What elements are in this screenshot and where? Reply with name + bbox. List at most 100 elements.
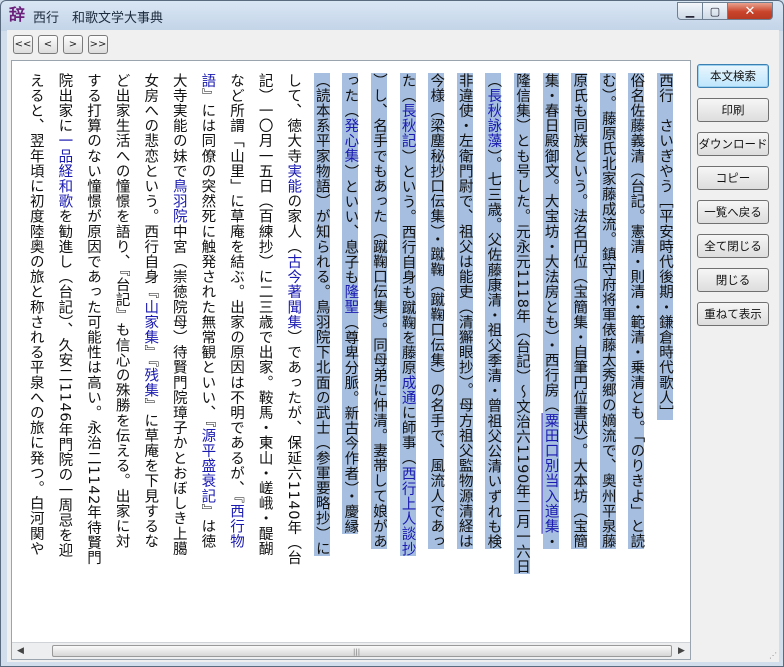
text-segment: 今様（梁塵秘抄口伝集）・蹴鞠（蹴鞠口伝集）の名手で、風流人であっ: [428, 73, 445, 549]
text-column: 俗名佐藤義清（台記。憲清・則清・範清・乗清とも。「のりきよ」と読: [625, 73, 647, 633]
text-segment: 西行 さいぎやう［平安時代後期・鎌倉時代歌人］: [657, 73, 673, 421]
text-column: 隆信集）とも号した。元永元1118年（台記）〜文治六1190年二月一六日: [511, 73, 533, 633]
client-area: << < > >> 西行 さいぎやう［平安時代後期・鎌倉時代歌人］ 俗名佐藤義清（…: [7, 30, 779, 662]
text-segment: 俗名佐藤義清（台記。憲清・則清・範清・乗清とも。「のりきよ」と読: [628, 73, 645, 549]
text-segment: 』は徳: [199, 503, 216, 549]
text-column: ど出家生活への憧憬を語り、『台記』も信心の殊勝を伝える。出家に対: [111, 73, 133, 633]
text-segment: 』『: [142, 344, 159, 368]
text-segment: ）といい、息子も: [342, 163, 359, 285]
text-segment: 院出家に: [56, 73, 73, 134]
cross-reference-link[interactable]: 源平盛衰記: [199, 428, 215, 504]
download-button[interactable]: ダウンロード: [697, 132, 769, 156]
text-segment: など所謂「山里」に草庵を結ぶ。出家の原因は不明であるが、『: [228, 73, 244, 504]
text-column: 集・春日殿御文。大宝坊・大法房とも）・西行房（粟田口別当入道集・: [540, 73, 562, 633]
text-segment: 大寺実能の妹で: [170, 73, 187, 179]
text-column: 女房への悲恋という。西行自身『山家集』『残集』に草庵を下見するな: [139, 73, 161, 633]
text-column: 大寺実能の妹で鳥羽院中宮（崇徳院母）待賢門院璋子かとおぼしき上臈: [168, 73, 190, 633]
maximize-button[interactable]: ▢: [702, 2, 728, 20]
close-button[interactable]: 閉じる: [697, 268, 769, 292]
text-segment: ・: [542, 533, 559, 549]
cross-reference-link[interactable]: 隆聖: [342, 284, 359, 315]
back-to-list-button[interactable]: 一覧へ戻る: [697, 200, 769, 224]
text-segment: に師事（: [399, 405, 416, 466]
text-column: ）し、名手でもあった（蹴鞠口伝集）。同母弟に仲清。妻帯して娘があ: [368, 73, 390, 633]
app-window: 辞 西行 和歌文学大事典 ▁ ▢ ✕ << < > >> 西行 さいぎやう［平安…: [0, 0, 784, 667]
cascade-windows-button[interactable]: 重ねて表示: [697, 302, 769, 326]
text-column: 西行 さいぎやう［平安時代後期・鎌倉時代歌人］: [654, 73, 676, 633]
text-column: 非違使・左衛門尉で、祖父は能吏（清獬眼抄）。母方祖父監物源清経は: [454, 73, 476, 633]
close-window-button[interactable]: ✕: [727, 2, 773, 20]
text-segment: する打算のない憧憬が原因であった可能性は高い。永治二1142年待賢門: [85, 73, 101, 566]
print-button[interactable]: 印刷: [697, 98, 769, 122]
scrollbar-thumb[interactable]: |||: [52, 645, 672, 657]
text-segment: を勧進し（台記）、久安二1146年門院の一周忌を迎: [56, 208, 73, 559]
text-segment: ）し、名手でもあった（蹴鞠口伝集）。同母弟に仲清。妻帯して娘があ: [371, 73, 387, 549]
cross-reference-link[interactable]: 残集: [142, 368, 158, 398]
cross-reference-link[interactable]: 語: [199, 73, 215, 88]
text-column: 語』には同僚の突然死に触発された無常観といい、『源平盛衰記』は徳: [196, 73, 218, 633]
text-segment: 隆信集）とも号した。元永元1118年（台記）〜文治六1190年二月一六日: [514, 73, 530, 575]
text-segment: 集・春日殿御文。大宝坊・大法房とも）・西行房（: [542, 73, 559, 414]
article-text-pane[interactable]: 西行 さいぎやう［平安時代後期・鎌倉時代歌人］ 俗名佐藤義清（台記。憲清・則清・範…: [11, 60, 691, 660]
close-icon: ✕: [744, 3, 756, 19]
text-column: する打算のない憧憬が原因であった可能性は高い。永治二1142年待賢門: [82, 73, 104, 633]
cross-reference-link[interactable]: 古今著聞集: [285, 254, 301, 330]
text-column: った（発心集）といい、息子も隆聖（尊卑分脈。新古今作者）・慶縁: [339, 73, 361, 633]
cross-reference-link[interactable]: 長秋記: [399, 103, 416, 149]
close-all-button[interactable]: 全て閉じる: [697, 234, 769, 258]
cross-reference-link[interactable]: 長秋詠藻: [485, 88, 502, 149]
text-segment: ）。七三歳。父佐藤康清・祖父季清・曾祖父公清いずれも検: [485, 148, 502, 549]
window-title: 西行 和歌文学大事典: [33, 11, 164, 26]
cross-reference-link[interactable]: 山家集: [142, 300, 158, 345]
text-column: えると、翌年頃に初度陸奥の旅と称される平泉への旅に発つ。白河関や: [25, 73, 47, 633]
text-segment: ど出家生活への憧憬を語り、『台記』も信心の殊勝を伝える。出家に対: [113, 73, 130, 549]
text-segment: （尊卑分脈。新古今作者）・慶縁: [342, 314, 359, 534]
text-segment: 中宮（崇徳院母）待賢門院璋子かとおぼしき上臈: [170, 224, 187, 557]
horizontal-scrollbar[interactable]: ◀ ||| ▶: [12, 642, 690, 659]
cross-reference-link[interactable]: 粟田口別当入道集: [542, 413, 559, 534]
scroll-right-arrow-icon[interactable]: ▶: [673, 643, 690, 659]
text-segment: 』に草庵を下見するな: [142, 397, 159, 549]
next-entry-button[interactable]: >: [63, 35, 83, 54]
text-segment: た（: [399, 73, 416, 104]
grip-icon: |||: [353, 648, 361, 656]
text-segment: む）。藤原氏北家藤成流。鎮守府将軍俵藤太秀郷の嫡流で、奥州平泉藤: [599, 73, 616, 549]
text-column: （長秋詠藻）。七三歳。父佐藤康清・祖父季清・曾祖父公清いずれも検: [482, 73, 504, 633]
text-segment: 原氏も同族という。法名円位（宝簡集・自筆円位書状）。大本坊（宝簡: [571, 73, 588, 549]
cross-reference-link[interactable]: 一品経和歌: [56, 133, 72, 209]
previous-entry-button[interactable]: <: [38, 35, 58, 54]
copy-button[interactable]: コピー: [697, 166, 769, 190]
minimize-button[interactable]: ▁: [677, 2, 703, 20]
text-segment: （: [485, 73, 502, 89]
text-segment: ）という。西行自身も蹴鞠を藤原: [399, 148, 416, 376]
cross-reference-link[interactable]: 西行物: [228, 504, 244, 549]
text-segment: った（: [342, 73, 359, 119]
text-column: 院出家に一品経和歌を勧進し（台記）、久安二1146年門院の一周忌を迎: [53, 73, 75, 633]
text-segment: 非違使・左衛門尉で、祖父は能吏（清獬眼抄）。母方祖父監物源清経は: [456, 73, 473, 549]
maximize-icon: ▢: [709, 4, 721, 18]
text-column: む）。藤原氏北家藤成流。鎮守府将軍俵藤太秀郷の嫡流で、奥州平泉藤: [597, 73, 619, 633]
cross-reference-link[interactable]: 実能: [285, 164, 301, 194]
text-segment: ）であったが、保延六1140年（台: [285, 329, 302, 566]
dictionary-app-icon: 辞: [8, 5, 25, 24]
cross-reference-link[interactable]: 鳥羽院: [171, 179, 187, 224]
cross-reference-link[interactable]: 西行上人談抄: [399, 465, 416, 557]
text-column: して、徳大寺実能の家人（古今著聞集）であったが、保延六1140年（台: [282, 73, 304, 633]
last-entry-button[interactable]: >>: [88, 35, 108, 54]
cross-reference-link[interactable]: 発心集: [342, 118, 359, 164]
minimize-icon: ▁: [685, 4, 695, 18]
text-segment: 記）一〇月一五日（百練抄）に二三歳で出家。鞍馬・東山・嵯峨・醍醐: [256, 73, 273, 557]
resize-grip-icon[interactable]: ⋰: [769, 652, 777, 660]
text-segment: えると、翌年頃に初度陸奥の旅と称される平泉への旅に発つ。白河関や: [27, 73, 44, 557]
title-bar[interactable]: 辞 西行 和歌文学大事典 ▁ ▢ ✕: [1, 1, 783, 29]
text-segment: 』には同僚の突然死に触発された無常観といい、『: [199, 88, 216, 429]
navigation-toolbar: << < > >>: [7, 30, 779, 60]
text-segment: して、徳大寺: [285, 73, 302, 164]
text-search-button[interactable]: 本文検索: [697, 64, 769, 88]
cross-reference-link[interactable]: 成通: [399, 375, 416, 406]
text-column: など所謂「山里」に草庵を結ぶ。出家の原因は不明であるが、『西行物: [225, 73, 247, 633]
first-entry-button[interactable]: <<: [13, 35, 33, 54]
text-segment: の家人（: [285, 193, 302, 255]
scroll-left-arrow-icon[interactable]: ◀: [12, 643, 29, 659]
text-column: た（長秋記）という。西行自身も蹴鞠を藤原成通に師事（西行上人談抄: [397, 73, 419, 633]
